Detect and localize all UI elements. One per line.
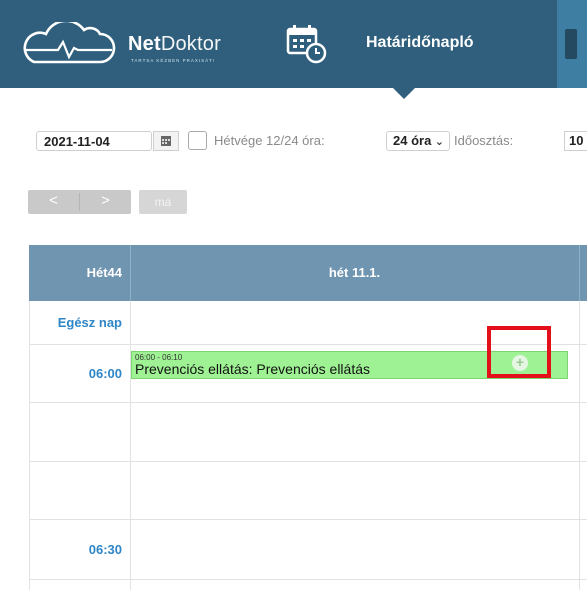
cloud-heartbeat-logo-icon[interactable]	[20, 19, 116, 71]
chevron-down-icon: ⌄	[434, 136, 444, 148]
brand-tagline: TARTSA KÉZBEN PRAXISÁT!	[131, 58, 216, 63]
brand-name[interactable]: NetDoktor	[128, 32, 221, 56]
weekend-checkbox[interactable]	[188, 131, 207, 150]
hours-select[interactable]: 24 óra ⌄	[386, 131, 450, 151]
next-button[interactable]: >	[80, 190, 131, 214]
brand-bold: Net	[128, 33, 161, 55]
app-header: NetDoktor TARTSA KÉZBEN PRAXISÁT! Határi…	[0, 0, 587, 88]
grid-column-line	[130, 301, 131, 590]
day-column-header[interactable]: hét 11.1.	[130, 245, 579, 301]
header-divider	[579, 245, 580, 301]
event-title: Prevenciós ellátás: Prevenciós ellátás	[135, 361, 371, 377]
time-slot-row[interactable]	[29, 462, 587, 520]
week-nav-group: < >	[28, 190, 131, 214]
interval-select[interactable]: 10	[564, 131, 587, 151]
calendar-toolbar: 2021-11-04 Hétvége 12/24 óra: 24 óra ⌄ I…	[0, 120, 587, 160]
week-number-label: Hét44	[86, 265, 122, 280]
weekend-label: Hétvége 12/24 óra:	[214, 133, 325, 148]
highlight-annotation	[487, 326, 551, 378]
prev-button[interactable]: <	[28, 190, 79, 214]
grid-column-line	[579, 301, 580, 590]
calendar-grid: Hét44 hét 11.1. Egész nap 06:00 06:30 06…	[29, 245, 587, 590]
time-slot-row[interactable]: 06:30	[29, 520, 587, 580]
nav-item-icon	[565, 29, 577, 59]
all-day-label: Egész nap	[57, 315, 122, 330]
today-button[interactable]: ma	[139, 190, 187, 214]
date-input[interactable]: 2021-11-04	[36, 131, 152, 151]
calendar-picker-button[interactable]	[153, 131, 179, 151]
grid-left-edge	[29, 301, 30, 590]
hours-select-value: 24 óra	[393, 133, 432, 148]
calendar-header: Hét44 hét 11.1.	[29, 245, 587, 301]
time-slot-row[interactable]	[29, 403, 587, 462]
active-nav-pointer	[393, 88, 415, 99]
brand-light: Doktor	[160, 33, 221, 55]
nav-item-hataridonaplo[interactable]: Határidőnapló	[366, 32, 474, 54]
time-label: 06:30	[88, 542, 122, 557]
interval-label: Időosztás:	[454, 133, 514, 148]
calendar-clock-icon[interactable]	[285, 22, 329, 71]
calendar-grid-icon	[161, 136, 171, 146]
time-label: 06:00	[88, 366, 122, 381]
